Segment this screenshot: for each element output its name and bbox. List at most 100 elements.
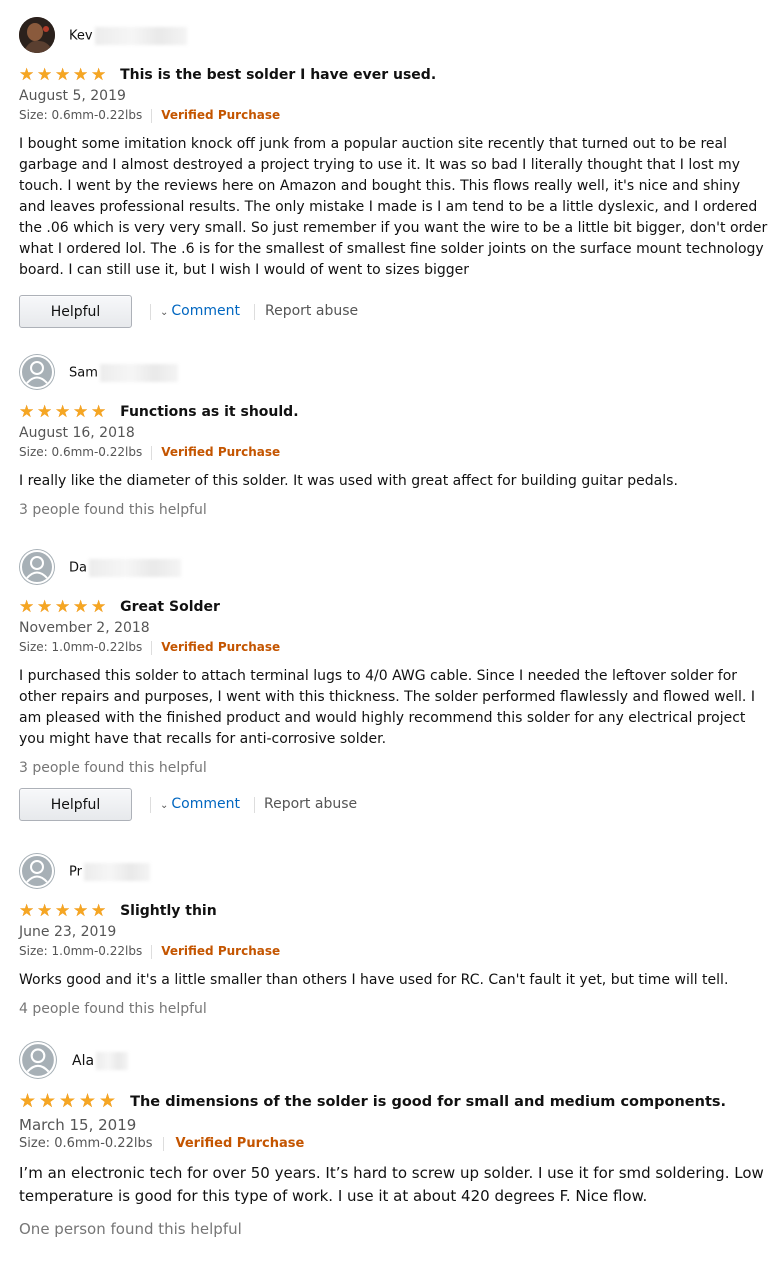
- divider: [163, 1136, 165, 1151]
- star-icon: ★: [37, 65, 53, 85]
- divider: [150, 797, 151, 813]
- report-abuse-link[interactable]: Report abuse: [265, 303, 358, 319]
- product-size[interactable]: Size: 0.6mm-0.22lbs: [19, 445, 142, 459]
- reviewer-profile[interactable]: Ala: [19, 1041, 769, 1081]
- star-icon: ★: [99, 1090, 117, 1112]
- default-avatar-icon: [20, 1042, 56, 1078]
- star-icon: ★: [73, 901, 89, 921]
- reviewer-profile[interactable]: Da: [19, 549, 769, 589]
- star-icon: ★: [55, 901, 71, 921]
- review-title[interactable]: Functions as it should.: [120, 404, 298, 420]
- verified-purchase-badge: Verified Purchase: [161, 944, 281, 958]
- star-icon: ★: [73, 597, 89, 617]
- star-rating[interactable]: ★ ★ ★ ★ ★: [19, 65, 109, 84]
- star-icon: ★: [73, 402, 89, 422]
- review-body: Works good and it's a little smaller tha…: [19, 972, 729, 988]
- reviewer-name: Da: [69, 559, 181, 577]
- divider: [151, 108, 153, 123]
- star-icon: ★: [59, 1090, 77, 1112]
- chevron-down-icon: ⌄: [160, 307, 169, 318]
- default-avatar-icon: [20, 550, 54, 584]
- product-size[interactable]: Size: 0.6mm-0.22lbs: [19, 108, 142, 122]
- divider: [151, 944, 153, 959]
- review-actions: Helpful ⌄ Comment Report abuse: [19, 788, 769, 822]
- star-icon: ★: [55, 597, 71, 617]
- default-avatar-icon: [20, 355, 54, 389]
- comment-link[interactable]: ⌄ Comment: [160, 303, 240, 319]
- avatar: [19, 354, 55, 390]
- review-title[interactable]: This is the best solder I have ever used…: [120, 67, 436, 83]
- helpful-count: 3 people found this helpful: [19, 760, 207, 776]
- report-abuse-link[interactable]: Report abuse: [264, 796, 357, 812]
- star-icon: ★: [91, 65, 107, 85]
- review-date: August 16, 2018: [19, 425, 135, 441]
- divider: [254, 304, 255, 320]
- star-icon: ★: [19, 402, 35, 422]
- divider: [150, 304, 151, 320]
- star-icon: ★: [37, 901, 53, 921]
- review-date: June 23, 2019: [19, 924, 117, 940]
- verified-purchase-badge: Verified Purchase: [161, 445, 281, 459]
- review-date: August 5, 2019: [19, 88, 126, 104]
- avatar: [19, 17, 55, 53]
- reviewer-profile[interactable]: Sam: [19, 354, 769, 394]
- star-rating[interactable]: ★ ★ ★ ★ ★: [19, 901, 109, 920]
- divider: [151, 640, 153, 655]
- avatar: [19, 853, 55, 889]
- star-rating[interactable]: ★ ★ ★ ★ ★: [19, 402, 109, 421]
- helpful-count: 3 people found this helpful: [19, 502, 207, 518]
- comment-link[interactable]: ⌄ Comment: [160, 796, 240, 812]
- star-icon: ★: [91, 901, 107, 921]
- default-avatar-icon: [20, 854, 54, 888]
- review-title[interactable]: Great Solder: [120, 599, 220, 615]
- star-icon: ★: [73, 65, 89, 85]
- star-rating[interactable]: ★ ★ ★ ★ ★: [19, 597, 109, 616]
- reviewer-name: Kev: [69, 27, 187, 45]
- review-date: March 15, 2019: [19, 1116, 137, 1134]
- review-body: I purchased this solder to attach termin…: [19, 668, 755, 747]
- star-icon: ★: [55, 402, 71, 422]
- verified-purchase-badge: Verified Purchase: [161, 108, 281, 122]
- comment-label: Comment: [171, 303, 240, 319]
- review-date: November 2, 2018: [19, 620, 150, 636]
- helpful-button[interactable]: Helpful: [19, 788, 132, 821]
- review-title[interactable]: The dimensions of the solder is good for…: [130, 1094, 726, 1110]
- product-size[interactable]: Size: 0.6mm-0.22lbs: [19, 1136, 152, 1151]
- avatar: [19, 1041, 57, 1079]
- review-body: I really like the diameter of this solde…: [19, 473, 678, 489]
- verified-purchase-badge: Verified Purchase: [175, 1136, 305, 1151]
- divider: [254, 797, 255, 813]
- review-actions: Helpful ⌄ Comment Report abuse: [19, 295, 769, 329]
- star-icon: ★: [91, 597, 107, 617]
- star-icon: ★: [39, 1090, 57, 1112]
- helpful-button[interactable]: Helpful: [19, 295, 132, 328]
- review-card: Pr ★ ★ ★ ★ ★ Slightly thin June 23, 2019 Siz…: [19, 853, 769, 1017]
- star-icon: ★: [19, 65, 35, 85]
- reviewer-name: Pr: [69, 863, 150, 881]
- review-title[interactable]: Slightly thin: [120, 903, 217, 919]
- photo-avatar-icon: [19, 17, 55, 53]
- star-icon: ★: [79, 1090, 97, 1112]
- helpful-count: One person found this helpful: [19, 1220, 242, 1238]
- reviewer-profile[interactable]: Pr: [19, 853, 769, 893]
- helpful-count: 4 people found this helpful: [19, 1001, 207, 1017]
- star-rating[interactable]: ★ ★ ★ ★ ★: [19, 1092, 119, 1111]
- divider: [151, 445, 153, 460]
- star-icon: ★: [19, 1090, 37, 1112]
- review-card: Sam ★ ★ ★ ★ ★ Functions as it should. August…: [19, 354, 769, 518]
- product-size[interactable]: Size: 1.0mm-0.22lbs: [19, 944, 142, 958]
- comment-label: Comment: [171, 796, 240, 812]
- star-icon: ★: [37, 597, 53, 617]
- chevron-down-icon: ⌄: [160, 800, 169, 811]
- reviewer-name: Sam: [69, 364, 178, 382]
- star-icon: ★: [55, 65, 71, 85]
- review-card: Da ★ ★ ★ ★ ★ Great Solder November 2, 2018 S…: [19, 549, 769, 822]
- verified-purchase-badge: Verified Purchase: [161, 640, 281, 654]
- review-card: Kev ★ ★ ★ ★ ★ This is the best solder I have…: [19, 17, 769, 329]
- avatar: [19, 549, 55, 585]
- product-size[interactable]: Size: 1.0mm-0.22lbs: [19, 640, 142, 654]
- star-icon: ★: [37, 402, 53, 422]
- star-icon: ★: [19, 597, 35, 617]
- reviewer-profile[interactable]: Kev: [19, 17, 769, 57]
- review-body: I’m an electronic tech for over 50 years…: [19, 1164, 764, 1205]
